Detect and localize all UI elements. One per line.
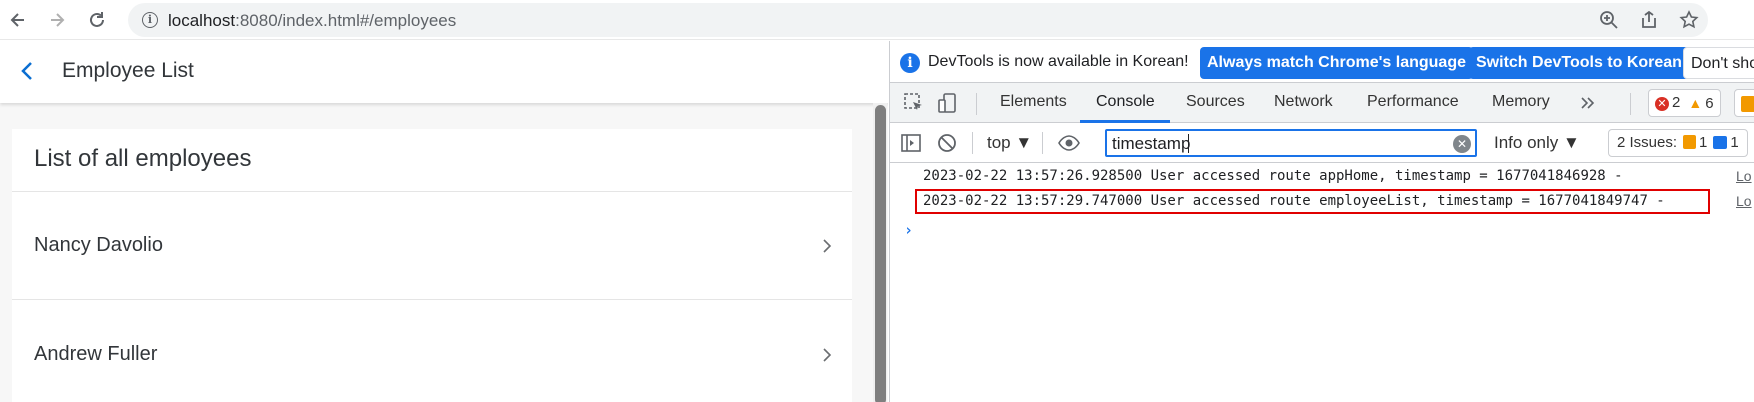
info-icon: i (900, 53, 920, 73)
notice-text: DevTools is now available in Korean! (928, 53, 1189, 70)
separator (1042, 132, 1043, 154)
employee-list-panel: List of all employees Nancy Davolio Andr… (12, 129, 852, 402)
site-info-icon[interactable]: i (142, 12, 158, 28)
clear-console-icon[interactable] (936, 132, 958, 154)
chevron-right-icon (820, 236, 834, 256)
dont-show-button[interactable]: Don't show (1683, 47, 1754, 79)
text-caret (1188, 134, 1189, 153)
browser-reload-icon[interactable] (82, 5, 112, 35)
separator (972, 132, 973, 154)
log-levels-dropdown[interactable]: Info only ▼ (1494, 133, 1580, 153)
warning-icon: ▲ (1688, 95, 1703, 111)
device-toolbar-icon[interactable] (936, 91, 960, 115)
employee-name: Andrew Fuller (34, 343, 158, 365)
separator (1630, 93, 1631, 115)
console-log-line: 2023-02-22 13:57:29.747000 User accessed… (923, 193, 1665, 209)
issue-warning-icon (1683, 135, 1697, 149)
scrollbar-thumb[interactable] (875, 105, 886, 402)
console-filter-bar: top ▼ timestamp ✕ Info only ▼ 2 Issues: 1… (890, 123, 1754, 163)
separator (976, 93, 977, 115)
devtools-panel: i DevTools is now available in Korean! A… (889, 41, 1754, 402)
tab-sources[interactable]: Sources (1186, 93, 1245, 111)
list-item[interactable]: Andrew Fuller (12, 301, 852, 402)
page-title: Employee List (62, 59, 194, 82)
tab-elements[interactable]: Elements (1000, 93, 1067, 111)
error-icon: ✕ (1655, 97, 1669, 111)
issues-button[interactable]: 2 Issues: 1 1 (1608, 129, 1748, 157)
error-warning-counter[interactable]: ✕ 2 ▲ 6 (1648, 89, 1721, 117)
console-prompt-icon[interactable]: › (904, 221, 913, 239)
nav-back-icon[interactable] (16, 59, 40, 83)
bookmark-star-icon[interactable] (1678, 9, 1700, 31)
language-notice-bar: i DevTools is now available in Korean! A… (890, 41, 1754, 83)
console-output: 2023-02-22 13:57:26.928500 User accessed… (890, 163, 1754, 402)
tab-network[interactable]: Network (1274, 93, 1333, 111)
address-bar[interactable]: i localhost:8080/index.html#/employees (128, 3, 1708, 37)
log-source-link[interactable]: Lo (1736, 168, 1752, 184)
always-match-language-button[interactable]: Always match Chrome's language (1200, 47, 1473, 79)
browser-forward-icon[interactable] (42, 5, 72, 35)
share-icon[interactable] (1638, 9, 1660, 31)
live-expression-eye-icon[interactable] (1058, 132, 1080, 154)
app-header: Employee List (0, 41, 888, 103)
list-title: List of all employees (34, 145, 252, 172)
tab-console[interactable]: Console (1096, 93, 1155, 111)
list-item[interactable]: Nancy Davolio (12, 192, 852, 300)
tab-memory[interactable]: Memory (1492, 93, 1550, 111)
inspect-element-icon[interactable] (902, 91, 926, 115)
console-log-line: 2023-02-22 13:57:26.928500 User accessed… (923, 168, 1623, 184)
browser-toolbar: i localhost:8080/index.html#/employees (0, 0, 1754, 40)
url-text: localhost:8080/index.html#/employees (168, 11, 457, 30)
context-selector[interactable]: top ▼ (987, 133, 1032, 153)
tab-performance[interactable]: Performance (1367, 93, 1459, 111)
app-scrollbar[interactable] (873, 103, 887, 402)
employee-app: Employee List List of all employees Nanc… (0, 41, 888, 402)
chevron-right-icon (820, 345, 834, 365)
zoom-icon[interactable] (1598, 9, 1620, 31)
devtools-tabbar: Elements Console Sources Network Perform… (890, 83, 1754, 123)
log-source-link[interactable]: Lo (1736, 193, 1752, 209)
browser-back-icon[interactable] (3, 5, 33, 35)
clear-filter-icon[interactable]: ✕ (1453, 135, 1471, 153)
employee-name: Nancy Davolio (34, 234, 163, 256)
switch-to-korean-button[interactable]: Switch DevTools to Korean (1469, 47, 1689, 79)
console-filter-input[interactable]: timestamp ✕ (1105, 129, 1477, 157)
issue-info-icon (1713, 136, 1728, 149)
more-tabs-icon[interactable] (1576, 91, 1600, 115)
issues-badge-icon[interactable] (1734, 89, 1754, 117)
show-sidebar-icon[interactable] (900, 132, 922, 154)
